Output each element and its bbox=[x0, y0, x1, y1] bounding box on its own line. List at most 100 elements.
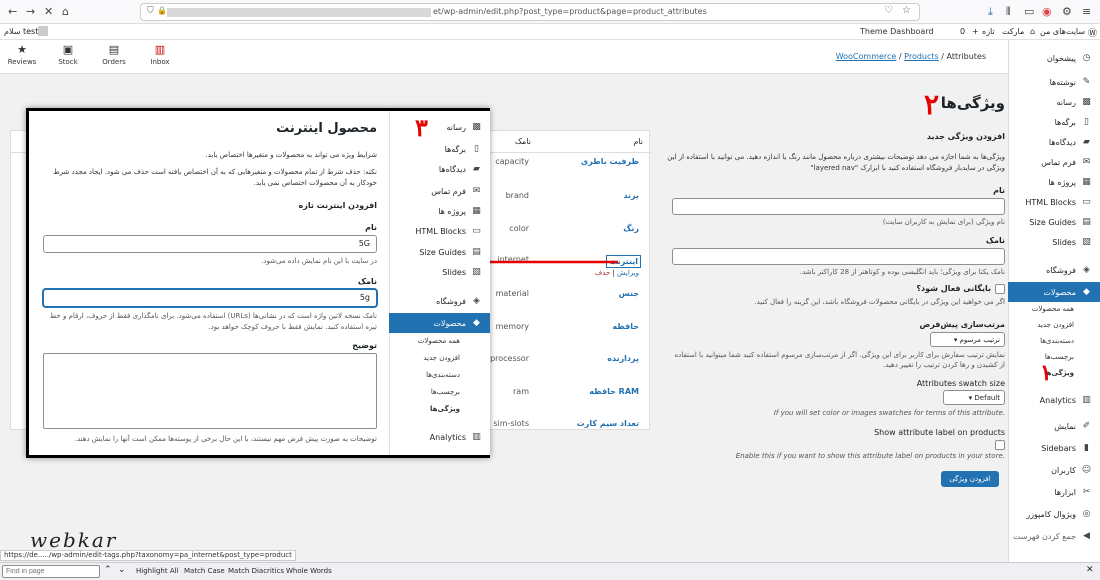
brush-icon: ✐ bbox=[1082, 421, 1091, 431]
market-link[interactable]: مارکت bbox=[1002, 27, 1024, 36]
popup-name-input[interactable]: 5G bbox=[43, 235, 377, 253]
show-label-checkbox[interactable] bbox=[995, 440, 1005, 450]
table-row[interactable]: پردازنده bbox=[607, 354, 639, 363]
sidebar-item-comments[interactable]: ▰ دیدگاه‌ها bbox=[1008, 132, 1100, 152]
sidebar-collapse[interactable]: ◀ جمع کردن فهرست bbox=[1008, 526, 1100, 546]
swatch-select[interactable]: ▾ Default bbox=[943, 390, 1005, 405]
forward-arrow-icon[interactable]: → bbox=[26, 5, 35, 19]
archive-checkbox[interactable] bbox=[995, 284, 1005, 294]
table-row[interactable]: برند bbox=[623, 191, 639, 200]
new-link[interactable]: تازه bbox=[982, 27, 995, 36]
theme-dashboard-link[interactable]: Theme Dashboard bbox=[860, 27, 934, 36]
sidebar-sub-tags[interactable]: برچسب‌ها bbox=[1008, 353, 1100, 368]
popup-description-textarea[interactable] bbox=[43, 353, 377, 429]
find-input[interactable] bbox=[2, 565, 100, 578]
orders-menu-item[interactable]: ▤ Orders bbox=[94, 43, 134, 66]
admin-bar-greeting[interactable]: سلام test bbox=[4, 27, 38, 36]
popup-sidebar-item-products[interactable]: ◆ محصولات bbox=[389, 313, 490, 333]
whole-words-toggle[interactable]: Whole Words bbox=[286, 567, 332, 575]
slug-input[interactable] bbox=[672, 248, 1005, 265]
popup-sidebar-item-projects[interactable]: ▦ پروژه ها bbox=[389, 201, 490, 221]
table-row[interactable]: حافظه bbox=[612, 322, 639, 331]
table-row[interactable]: جنس bbox=[619, 289, 639, 298]
sidebar-item-visual-composer[interactable]: ◎ ویژوال کامپوزر bbox=[1008, 504, 1100, 524]
stock-menu-item[interactable]: ▣ Stock bbox=[48, 43, 88, 66]
url-bar[interactable]: ⛉ 🔒 et/wp-admin/edit.php?post_type=produ… bbox=[140, 3, 920, 21]
sidebar-item-products[interactable]: ◆ محصولات bbox=[1008, 282, 1100, 302]
sidebar-sub-add-new[interactable]: افزودن جدید bbox=[1008, 321, 1100, 336]
sidebar-item-tools[interactable]: ✂ ابزارها bbox=[1008, 482, 1100, 502]
sidebar-item-users[interactable]: ☺ کاربران bbox=[1008, 460, 1100, 480]
table-row[interactable]: ظرفیت باطری bbox=[581, 157, 639, 166]
find-previous-icon[interactable]: ⌃ bbox=[104, 565, 112, 575]
reviews-menu-item[interactable]: ★ Reviews bbox=[2, 43, 42, 66]
close-find-icon[interactable]: ✕ bbox=[1086, 565, 1094, 575]
avatar[interactable] bbox=[38, 26, 48, 36]
sidebar-item-analytics[interactable]: ▥ Analytics bbox=[1008, 390, 1100, 410]
sidebar-item-sidebars[interactable]: ▮ Sidebars bbox=[1008, 438, 1100, 458]
popup-sidebar-sub-attributes[interactable]: ویژگی‌ها bbox=[389, 405, 490, 422]
webkar-logo: webkar bbox=[30, 528, 118, 552]
comments-count[interactable]: 0 bbox=[960, 27, 965, 36]
popup-sidebar-sub-tags[interactable]: برچسب‌ها bbox=[389, 388, 490, 405]
sidebar-item-pages[interactable]: ▯ برگه‌ها bbox=[1008, 112, 1100, 132]
extension-icon[interactable]: ⚙ bbox=[1062, 5, 1072, 19]
popup-sidebar-item-size-guides[interactable]: ▤ Size Guides bbox=[389, 242, 490, 262]
breadcrumb-woocommerce[interactable]: WooCommerce bbox=[836, 52, 897, 61]
match-diacritics-toggle[interactable]: Match Diacritics bbox=[228, 567, 284, 575]
sidebar-item-projects[interactable]: ▦ پروژه ها bbox=[1008, 172, 1100, 192]
sidebar-item-posts[interactable]: ✎ نوشته‌ها bbox=[1008, 72, 1100, 92]
inbox-menu-item[interactable]: ▥ Inbox bbox=[140, 43, 180, 66]
table-row[interactable]: حافظه RAM bbox=[589, 387, 639, 396]
sidebar-item-contact[interactable]: ✉ فرم تماس bbox=[1008, 152, 1100, 172]
highlight-all-toggle[interactable]: Highlight All bbox=[136, 567, 179, 575]
popup-sidebar-item-contact[interactable]: ✉ فرم تماس bbox=[389, 181, 490, 201]
home-icon[interactable]: ⌂ bbox=[62, 5, 69, 19]
bookmark-star-icon[interactable]: ☆ bbox=[902, 5, 911, 16]
popup-sidebar-item-slides[interactable]: ▧ Slides bbox=[389, 262, 490, 282]
sidebar-item-appearance[interactable]: ✐ نمایش bbox=[1008, 416, 1100, 436]
close-icon[interactable]: ✕ bbox=[44, 5, 53, 19]
match-case-toggle[interactable]: Match Case bbox=[184, 567, 225, 575]
table-row[interactable]: رنگ bbox=[623, 224, 639, 233]
sidebar-item-size-guides[interactable]: ▤ Size Guides bbox=[1008, 212, 1100, 232]
sidebar-item-shop[interactable]: ◈ فروشگاه bbox=[1008, 260, 1100, 280]
breadcrumb-products[interactable]: Products bbox=[904, 52, 939, 61]
library-icon[interactable]: ⫴ bbox=[1006, 5, 1011, 19]
find-next-icon[interactable]: ⌄ bbox=[118, 565, 126, 575]
popup-sidebar-sub-all[interactable]: همه محصولات bbox=[389, 337, 490, 354]
sidebar-item-media[interactable]: ▩ رسانه bbox=[1008, 92, 1100, 112]
pocket-icon[interactable]: ♡ bbox=[884, 5, 893, 16]
popup-sidebar-item-shop[interactable]: ◈ فروشگاه bbox=[389, 291, 490, 311]
row-edit-link[interactable]: ویرایش bbox=[617, 269, 639, 277]
product-icon: ◆ bbox=[473, 318, 480, 328]
popup-sidebar-item-media[interactable]: ▩ رسانه bbox=[389, 117, 490, 137]
sidebar-item-dashboard[interactable]: ◷ پیشخوان bbox=[1008, 48, 1100, 68]
sidebar-item-html-blocks[interactable]: ▭ HTML Blocks bbox=[1008, 192, 1100, 212]
sidebar-sub-attributes[interactable]: ویژگی‌ها bbox=[1008, 369, 1100, 384]
sidebar-sub-all-products[interactable]: همه محصولات bbox=[1008, 305, 1100, 320]
add-attribute-button[interactable]: افزودن ویژگی bbox=[941, 471, 999, 487]
download-icon[interactable]: ⤓ bbox=[988, 5, 993, 19]
popup-sidebar-sub-add[interactable]: افزودن جدید bbox=[389, 354, 490, 371]
account-icon[interactable]: ◉ bbox=[1042, 5, 1052, 19]
chart-icon: ▥ bbox=[472, 432, 481, 442]
popup-sidebar-sub-categories[interactable]: دسته‌بندی‌ها bbox=[389, 371, 490, 388]
sidebar-item-slides[interactable]: ▧ Slides bbox=[1008, 232, 1100, 252]
popup-sidebar-item-analytics[interactable]: ▥ Analytics bbox=[389, 427, 490, 447]
sidebar-toggle-icon[interactable]: ▭ bbox=[1024, 5, 1034, 19]
name-input[interactable] bbox=[672, 198, 1005, 215]
wordpress-logo-icon[interactable]: Ⓦ bbox=[1088, 26, 1097, 39]
popup-slug-input[interactable]: 5g bbox=[43, 289, 377, 307]
popup-sidebar-item-html-blocks[interactable]: ▭ HTML Blocks bbox=[389, 221, 490, 241]
back-arrow-icon[interactable]: ← bbox=[8, 5, 17, 19]
popup-sidebar-item-comments[interactable]: ▰ دیدگاه‌ها bbox=[389, 159, 490, 179]
annotation-arrow bbox=[472, 254, 618, 270]
sidebar-sub-categories[interactable]: دسته‌بندی‌ها bbox=[1008, 337, 1100, 352]
my-sites-link[interactable]: سایت‌های من bbox=[1040, 27, 1085, 36]
table-row[interactable]: تعداد سیم کارت bbox=[577, 419, 639, 428]
sort-select[interactable]: ترتیب مرسوم ▾ bbox=[930, 332, 1005, 347]
menu-icon[interactable]: ≡ bbox=[1082, 5, 1091, 19]
media-icon: ▩ bbox=[1082, 97, 1091, 107]
popup-sidebar-item-pages[interactable]: ▯ برگه‌ها bbox=[389, 139, 490, 159]
